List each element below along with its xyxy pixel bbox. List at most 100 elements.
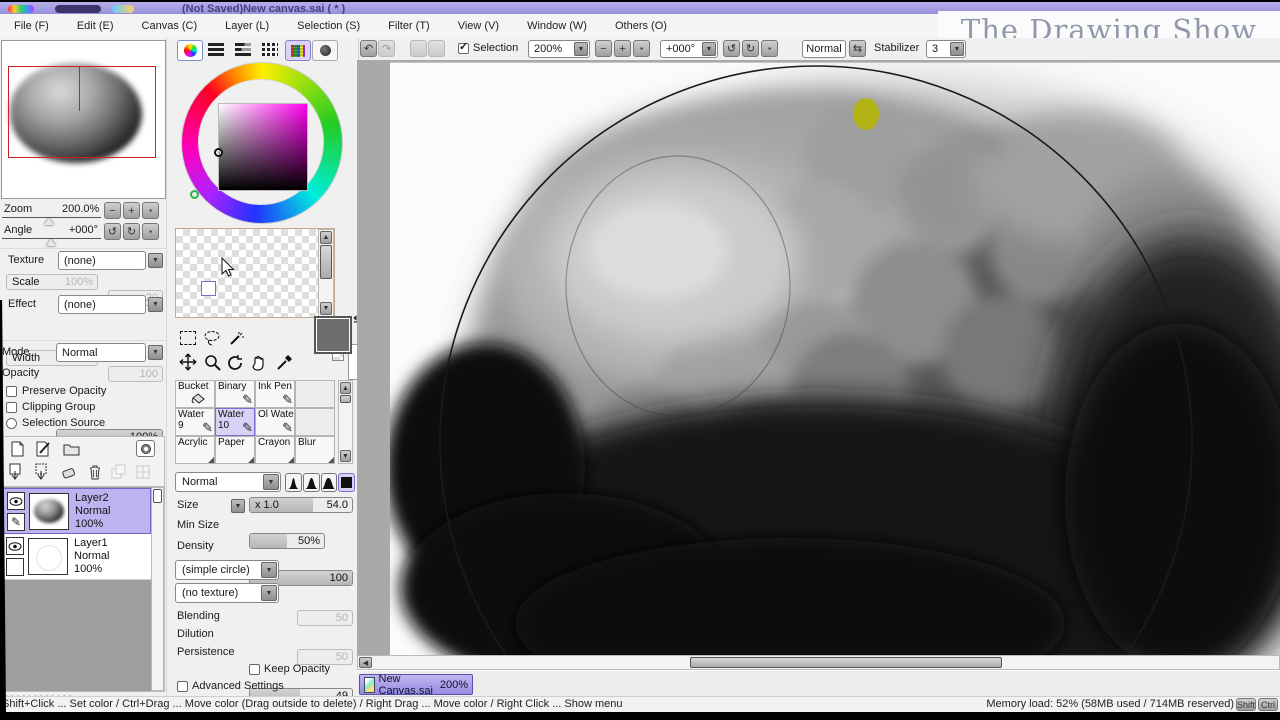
- marquee-tool-icon[interactable]: [177, 328, 199, 348]
- flatten-image-icon[interactable]: [132, 462, 154, 482]
- brush-bucket[interactable]: Bucket: [175, 380, 215, 408]
- menu-layer[interactable]: Layer (L): [211, 14, 283, 38]
- nav-rotate-cw-button[interactable]: ↻: [123, 223, 140, 240]
- layer2-visibility-eye-icon[interactable]: [7, 492, 25, 510]
- flip-canvas-button[interactable]: ⇆: [849, 40, 866, 57]
- zoom-dropdown-icon[interactable]: ▼: [574, 42, 588, 56]
- selected-swatch[interactable]: [201, 281, 216, 296]
- clipping-group-checkbox[interactable]: [6, 402, 17, 413]
- effect-select[interactable]: (none): [58, 295, 146, 314]
- merge-visible-icon[interactable]: [108, 462, 130, 482]
- stabilizer-dropdown-icon[interactable]: ▼: [950, 42, 964, 56]
- layer-mode-select[interactable]: Normal: [56, 343, 146, 362]
- layer-row-layer2[interactable]: ✎ Layer2Normal100%: [2, 488, 151, 534]
- menu-filter[interactable]: Filter (T): [374, 14, 444, 38]
- brush-grid-scrollbar[interactable]: ▲ ▼: [338, 380, 353, 464]
- brush-binary[interactable]: Binary✎: [215, 380, 255, 408]
- preserve-opacity-checkbox[interactable]: [6, 386, 17, 397]
- angle-slider-thumb[interactable]: [46, 239, 56, 246]
- tip-soft-wide-icon[interactable]: [321, 473, 338, 492]
- layer1-paint-indicator[interactable]: [6, 558, 24, 576]
- color-wheel[interactable]: [181, 62, 345, 222]
- menu-file[interactable]: File (F): [0, 14, 63, 38]
- selection-source-radio[interactable]: [6, 418, 17, 429]
- layer-row-layer1[interactable]: Layer1Normal100%: [2, 534, 151, 580]
- layers-scrollbar[interactable]: [151, 487, 164, 691]
- layer-mode-dropdown-icon[interactable]: ▼: [148, 345, 163, 360]
- size-unit-dropdown-icon[interactable]: ▼: [231, 499, 245, 513]
- tip-soft-narrow-icon[interactable]: [285, 473, 302, 492]
- angle-reset-button[interactable]: ▪: [761, 40, 778, 57]
- layer2-paint-pencil-icon[interactable]: ✎: [7, 513, 25, 531]
- mixer-slider-tab-icon[interactable]: [258, 40, 282, 59]
- merge-down-icon[interactable]: [32, 462, 54, 482]
- tip-soft-medium-icon[interactable]: [303, 473, 320, 492]
- zoom-out-button[interactable]: −: [595, 40, 612, 57]
- menu-edit[interactable]: Edit (E): [63, 14, 128, 38]
- canvas-page[interactable]: [390, 62, 1280, 655]
- nav-rotate-ccw-button[interactable]: ↺: [104, 223, 121, 240]
- foreground-color-swatch[interactable]: [314, 316, 352, 354]
- navigator-panel[interactable]: [1, 40, 166, 199]
- new-layer-icon[interactable]: [6, 439, 28, 459]
- paint-effect-circle-icon[interactable]: [136, 440, 155, 457]
- swatches-tab-icon[interactable]: [285, 40, 311, 61]
- brush-shape-dropdown-icon[interactable]: ▼: [261, 562, 277, 578]
- brush-empty-slot-2[interactable]: [295, 408, 335, 436]
- nav-zoom-reset-button[interactable]: ▪: [142, 202, 159, 219]
- effect-dropdown-icon[interactable]: ▼: [148, 297, 163, 312]
- layer1-visibility-eye-icon[interactable]: [6, 537, 24, 555]
- brush-ink-pen[interactable]: Ink Pen✎: [255, 380, 295, 408]
- lasso-tool-icon[interactable]: [201, 328, 223, 348]
- swatches-scroll-down-icon[interactable]: ▼: [320, 302, 332, 315]
- advanced-settings-checkbox[interactable]: [177, 681, 188, 692]
- swatches-scrollbar[interactable]: ▲ ▼: [318, 229, 334, 317]
- menu-others[interactable]: Others (O): [601, 14, 681, 38]
- size-slider[interactable]: x 1.054.0: [249, 497, 353, 513]
- selection-undo-button[interactable]: [410, 40, 427, 57]
- sv-cursor[interactable]: [214, 148, 223, 157]
- clear-layer-icon[interactable]: [58, 462, 80, 482]
- delete-layer-trash-icon[interactable]: [84, 462, 106, 482]
- brush-crayon[interactable]: Crayon: [255, 436, 295, 464]
- menu-selection[interactable]: Selection (S): [283, 14, 374, 38]
- swatches-scroll-up-icon[interactable]: ▲: [320, 231, 332, 244]
- hscroll-thumb[interactable]: [690, 657, 1002, 668]
- rotate-cw-button[interactable]: ↻: [742, 40, 759, 57]
- zoom-reset-button[interactable]: ▪: [633, 40, 650, 57]
- move-tool-icon[interactable]: [177, 352, 199, 372]
- brush-empty-slot-1[interactable]: [295, 380, 335, 408]
- sv-square[interactable]: [218, 103, 308, 191]
- nav-angle-reset-button[interactable]: ▪: [142, 223, 159, 240]
- menu-canvas[interactable]: Canvas (C): [128, 14, 212, 38]
- new-folder-icon[interactable]: [60, 439, 82, 459]
- rotate-ccw-button[interactable]: ↺: [723, 40, 740, 57]
- new-linework-layer-icon[interactable]: [32, 439, 54, 459]
- rotate-view-tool-icon[interactable]: [225, 352, 247, 372]
- brush-scroll-down-icon[interactable]: ▼: [340, 450, 351, 462]
- transfer-down-icon[interactable]: [6, 462, 28, 482]
- document-tab[interactable]: New Canvas.sai 200%: [359, 674, 473, 695]
- texture-dropdown-icon[interactable]: ▼: [148, 253, 163, 268]
- eyedropper-tool-icon[interactable]: [273, 352, 295, 372]
- rgb-slider-tab-icon[interactable]: [204, 40, 228, 59]
- min-size-slider[interactable]: 50%: [249, 533, 325, 549]
- canvas-viewport[interactable]: [357, 60, 1280, 655]
- undo-button[interactable]: ↶: [360, 40, 377, 57]
- scratchpad-tab-icon[interactable]: [312, 40, 338, 61]
- texture-select[interactable]: (none): [58, 251, 146, 270]
- zoom-in-button[interactable]: +: [614, 40, 631, 57]
- brush-ol-water[interactable]: Ol Water✎: [255, 408, 295, 436]
- canvas-hscrollbar[interactable]: ◀: [357, 655, 1280, 670]
- nav-zoom-out-button[interactable]: −: [104, 202, 121, 219]
- keep-opacity-checkbox[interactable]: [249, 664, 260, 675]
- brush-water-9[interactable]: Water9✎: [175, 408, 215, 436]
- selection-redo-button[interactable]: [428, 40, 445, 57]
- brush-texture-dropdown-icon[interactable]: ▼: [261, 585, 277, 601]
- brush-scroll-up-icon[interactable]: ▲: [340, 382, 351, 394]
- brush-blend-dropdown-icon[interactable]: ▼: [263, 474, 279, 490]
- paint-mode-button[interactable]: Normal: [802, 40, 846, 58]
- hsv-slider-tab-icon[interactable]: [231, 40, 255, 59]
- hue-marker[interactable]: [190, 190, 199, 199]
- angle-dropdown-icon[interactable]: ▼: [702, 42, 716, 56]
